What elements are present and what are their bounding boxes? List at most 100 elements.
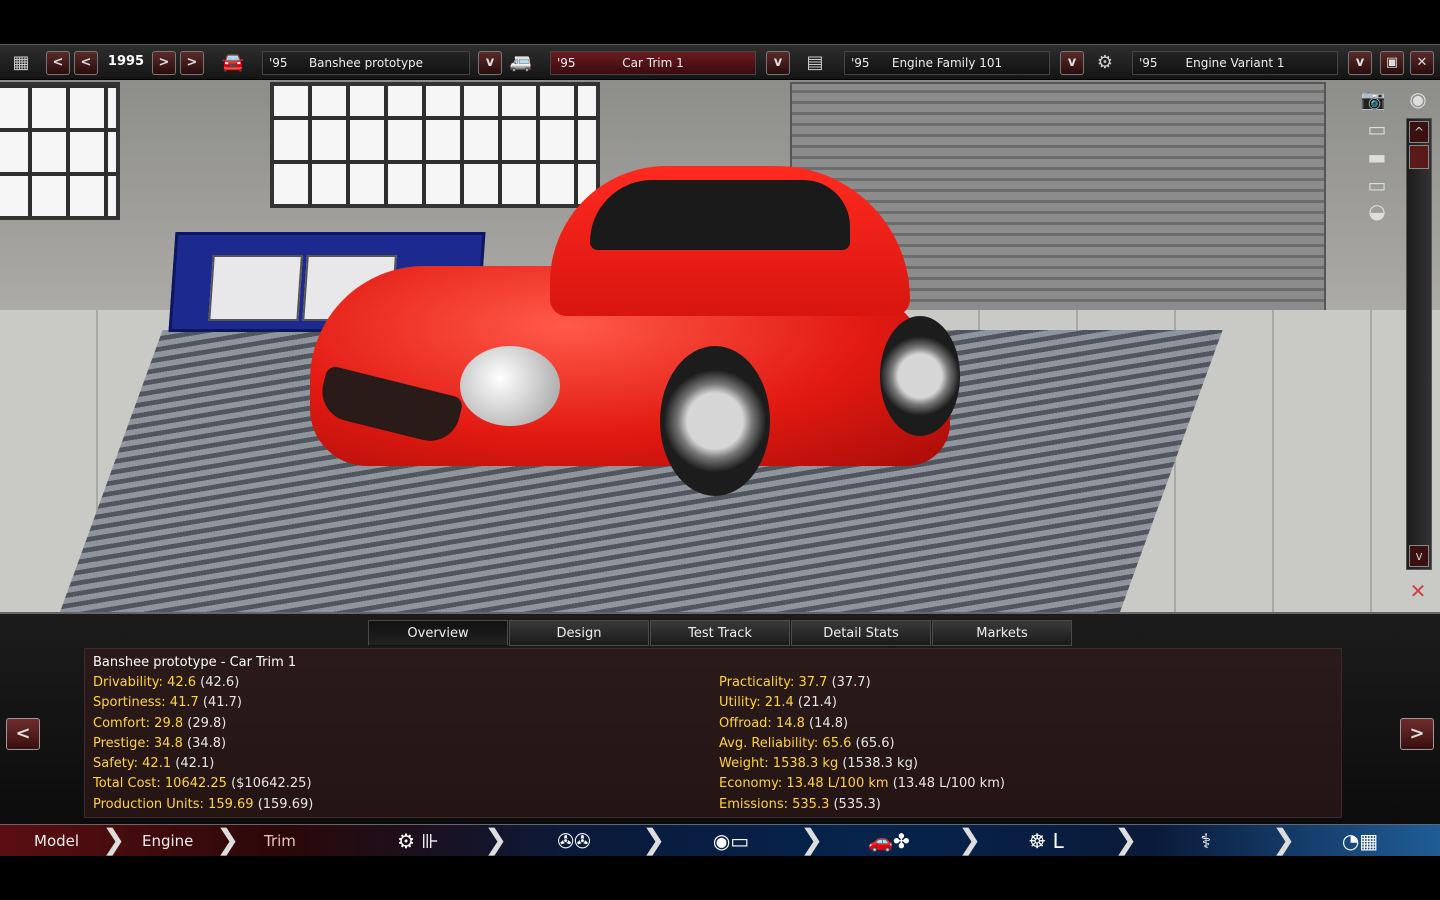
engine-family-dropdown-button[interactable]: v xyxy=(1060,51,1084,75)
wheels-icon[interactable]: ✇✇ xyxy=(546,825,602,857)
stat-offroad: Offroad: 14.8 (14.8) xyxy=(719,716,848,734)
car-windshield xyxy=(590,180,850,250)
model-dropdown-button[interactable]: v xyxy=(478,51,502,75)
nav-tab-model[interactable]: Model xyxy=(34,825,79,857)
stat-raw: (41.7) xyxy=(202,695,242,710)
nav-chevron: ❯ xyxy=(1114,823,1138,856)
view-rear-car-icon[interactable]: ▭ xyxy=(1356,174,1398,196)
year-back-button[interactable]: < xyxy=(74,51,98,75)
nav-chevron: ❯ xyxy=(102,823,126,856)
scroll-down-button[interactable]: v xyxy=(1409,545,1429,567)
stat-drivability: Drivability: 42.6 (42.6) xyxy=(93,675,239,693)
save-icon[interactable]: ▣ xyxy=(1380,51,1404,75)
car-model-icon: 🚘 xyxy=(221,52,245,73)
tab-markets[interactable]: Markets xyxy=(932,620,1072,646)
stat-raw: (1538.3 kg) xyxy=(842,756,918,771)
top-toolbar: ▦ < < 1995 > > 🚘 '95 Banshee prototype v… xyxy=(0,44,1440,80)
car-headlight xyxy=(460,346,560,426)
scroll-up-button[interactable]: ^ xyxy=(1409,121,1429,143)
stats-panel: Overview Design Test Track Detail Stats … xyxy=(0,612,1440,824)
stat-prestige: Prestige: 34.8 (34.8) xyxy=(93,736,226,754)
year-forward-fast-button[interactable]: > xyxy=(180,51,204,75)
nav-tab-engine[interactable]: Engine xyxy=(142,825,193,857)
year-back-fast-button[interactable]: < xyxy=(46,51,70,75)
year-display: 1995 xyxy=(107,54,145,69)
engine-variant-dropdown-button[interactable]: v xyxy=(1348,51,1372,75)
model-name: Banshee prototype xyxy=(308,56,424,70)
stat-raw: (21.4) xyxy=(797,695,837,710)
no-view-icon[interactable]: ✕ xyxy=(1398,580,1438,602)
stat-raw: (42.6) xyxy=(200,675,240,690)
checkered-flag-icon[interactable]: ◔▦ xyxy=(1330,825,1390,857)
stat-label: Utility: 21.4 xyxy=(719,695,794,710)
zoom-scrollbar[interactable]: ^ v xyxy=(1406,118,1432,570)
panel-prev-button[interactable]: < xyxy=(6,718,40,750)
stat-total-cost: Total Cost: 10642.25 ($10642.25) xyxy=(93,776,312,794)
camera-icon[interactable]: 📷 xyxy=(1352,88,1394,110)
trim-name: Car Trim 1 xyxy=(622,56,684,70)
stat-raw: (37.7) xyxy=(831,675,871,690)
trim-select[interactable]: '95 Car Trim 1 xyxy=(550,51,756,75)
bottom-navigation: Model ❯ Engine ❯ Trim ⚙ ⊪ ❯ ✇✇ ❯ ◉▭ ❯ 🚗✤… xyxy=(0,824,1440,856)
engine-family-name: Engine Family 101 xyxy=(891,56,1003,70)
view-side-car-icon[interactable]: ▬ xyxy=(1356,146,1398,168)
stat-label: Drivability: 42.6 xyxy=(93,675,197,690)
panel-next-button[interactable]: > xyxy=(1400,718,1434,750)
car-fan-icon[interactable]: 🚗✤ xyxy=(834,825,944,857)
car-viewport[interactable]: 📷 ◉ ▭ ▬ ▭ ◒ ✕ xyxy=(0,80,1440,612)
stat-raw: (13.48 L/100 km) xyxy=(892,776,1005,791)
stat-label: Avg. Reliability: 65.6 xyxy=(719,736,852,751)
stat-label: Emissions: 535.3 xyxy=(719,797,830,812)
steering-seat-icon[interactable]: ☸ L xyxy=(1016,825,1076,857)
stat-raw: ($10642.25) xyxy=(231,776,312,791)
stat-raw: (14.8) xyxy=(809,716,849,731)
stat-label: Prestige: 34.8 xyxy=(93,736,183,751)
nav-chevron: ❯ xyxy=(1272,823,1296,856)
stat-production-units: Production Units: 159.69 (159.69) xyxy=(93,797,313,815)
body-design-icon[interactable]: ◉▭ xyxy=(696,825,766,857)
stat-emissions: Emissions: 535.3 (535.3) xyxy=(719,797,881,815)
stat-raw: (29.8) xyxy=(187,716,227,731)
nav-chevron: ❯ xyxy=(800,823,824,856)
stat-utility: Utility: 21.4 (21.4) xyxy=(719,695,837,713)
stat-weight: Weight: 1538.3 kg (1538.3 kg) xyxy=(719,756,918,774)
stat-label: Safety: 42.1 xyxy=(93,756,172,771)
stat-raw: (34.8) xyxy=(187,736,227,751)
stat-raw: (42.1) xyxy=(175,756,215,771)
tab-test-track[interactable]: Test Track xyxy=(650,620,790,646)
view-top-car-icon[interactable]: ◒ xyxy=(1356,200,1398,222)
stat-raw: (65.6) xyxy=(855,736,895,751)
nav-chevron: ❯ xyxy=(484,823,508,856)
nav-chevron: ❯ xyxy=(958,823,982,856)
stat-label: Comfort: 29.8 xyxy=(93,716,184,731)
tab-overview[interactable]: Overview xyxy=(368,620,508,646)
engine-block-icon: ▤ xyxy=(806,52,824,73)
nav-chevron: ❯ xyxy=(642,823,666,856)
car-model-3d[interactable] xyxy=(300,166,960,506)
engine-family-select[interactable]: '95 Engine Family 101 xyxy=(844,51,1050,75)
year-forward-button[interactable]: > xyxy=(152,51,176,75)
trim-dropdown-button[interactable]: v xyxy=(766,51,790,75)
stat-sportiness: Sportiness: 41.7 (41.7) xyxy=(93,695,242,713)
suspension-icon[interactable]: ⚕ xyxy=(1186,825,1226,857)
close-button[interactable]: ✕ xyxy=(1410,51,1434,75)
eye-icon[interactable]: ◉ xyxy=(1398,88,1438,110)
calendar-icon[interactable]: ▦ xyxy=(6,51,36,75)
stat-comfort: Comfort: 29.8 (29.8) xyxy=(93,716,226,734)
overview-stats: Banshee prototype - Car Trim 1 Drivabili… xyxy=(84,648,1342,818)
stat-safety: Safety: 42.1 (42.1) xyxy=(93,756,214,774)
chassis-gearbox-icon[interactable]: ⚙ ⊪ xyxy=(388,825,448,857)
scroll-thumb[interactable] xyxy=(1409,145,1429,169)
model-select[interactable]: '95 Banshee prototype xyxy=(262,51,470,75)
stats-title: Banshee prototype - Car Trim 1 xyxy=(93,655,297,670)
engine-variant-name: Engine Variant 1 xyxy=(1185,56,1285,70)
nav-tab-trim[interactable]: Trim xyxy=(264,825,296,857)
car-rear-wheel xyxy=(880,316,960,436)
stat-raw: (535.3) xyxy=(833,797,881,812)
stat-raw: (159.69) xyxy=(257,797,314,812)
cabinet-door xyxy=(208,255,303,321)
view-front-car-icon[interactable]: ▭ xyxy=(1356,118,1398,140)
engine-variant-select[interactable]: '95 Engine Variant 1 xyxy=(1132,51,1338,75)
tab-design[interactable]: Design xyxy=(509,620,649,646)
tab-detail-stats[interactable]: Detail Stats xyxy=(791,620,931,646)
